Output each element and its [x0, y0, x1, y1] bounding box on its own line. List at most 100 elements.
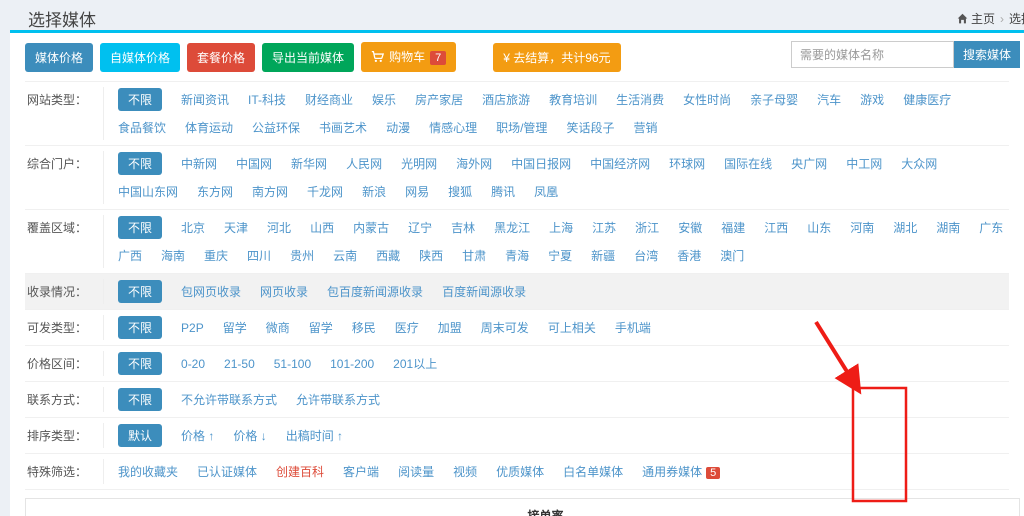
filter-chip-selected[interactable]: 默认: [118, 424, 162, 447]
filter-chip[interactable]: 海南: [161, 244, 185, 267]
filter-chip[interactable]: 广东: [979, 216, 1003, 239]
filter-chip[interactable]: 包网页收录: [181, 280, 241, 303]
filter-chip[interactable]: 新华网: [291, 152, 327, 175]
filter-chip[interactable]: 健康医疗: [903, 88, 951, 111]
filter-chip[interactable]: 移民: [352, 316, 376, 339]
filter-chip[interactable]: 财经商业: [305, 88, 353, 111]
filter-chip[interactable]: 亲子母婴: [750, 88, 798, 111]
filter-chip[interactable]: 中国网: [236, 152, 272, 175]
filter-chip[interactable]: 千龙网: [307, 180, 343, 203]
filter-chip[interactable]: 51-100: [274, 354, 311, 374]
filter-chip[interactable]: 留学: [223, 316, 247, 339]
filter-chip[interactable]: 公益环保: [252, 116, 300, 139]
filter-chip[interactable]: 湖南: [936, 216, 960, 239]
package-price-button[interactable]: 套餐价格: [187, 43, 255, 72]
filter-chip[interactable]: 中国经济网: [590, 152, 650, 175]
filter-chip[interactable]: 笑话段子: [566, 116, 614, 139]
filter-chip[interactable]: 教育培训: [549, 88, 597, 111]
filter-chip[interactable]: 101-200: [330, 354, 374, 374]
filter-chip-selected[interactable]: 不限: [118, 388, 162, 411]
filter-chip-selected[interactable]: 不限: [118, 352, 162, 375]
filter-chip[interactable]: 四川: [247, 244, 271, 267]
filter-chip[interactable]: 国际在线: [724, 152, 772, 175]
filter-chip[interactable]: 生活消费: [616, 88, 664, 111]
filter-chip[interactable]: 百度新闻源收录: [442, 280, 526, 303]
filter-chip[interactable]: 已认证媒体: [197, 460, 257, 483]
filter-chip[interactable]: 手机端: [615, 316, 651, 339]
filter-chip[interactable]: 包百度新闻源收录: [327, 280, 423, 303]
filter-chip[interactable]: 酒店旅游: [482, 88, 530, 111]
filter-chip[interactable]: 湖北: [893, 216, 917, 239]
filter-chip[interactable]: 海外网: [456, 152, 492, 175]
filter-chip-selected[interactable]: 不限: [118, 280, 162, 303]
filter-chip[interactable]: 微商: [266, 316, 290, 339]
self-media-price-button[interactable]: 自媒体价格: [100, 43, 180, 72]
filter-chip[interactable]: 中国山东网: [118, 180, 178, 203]
filter-chip[interactable]: 医疗: [395, 316, 419, 339]
filter-chip-selected[interactable]: 不限: [118, 316, 162, 339]
filter-chip[interactable]: P2P: [181, 318, 204, 338]
filter-chip[interactable]: 阅读量: [398, 460, 434, 483]
filter-chip-selected[interactable]: 不限: [118, 152, 162, 175]
filter-chip[interactable]: 网易: [405, 180, 429, 203]
filter-chip[interactable]: 优质媒体: [496, 460, 544, 483]
filter-chip[interactable]: 白名单媒体: [563, 460, 623, 483]
search-input[interactable]: [791, 41, 954, 68]
filter-chip[interactable]: 山东: [807, 216, 831, 239]
filter-chip[interactable]: 光明网: [401, 152, 437, 175]
filter-chip[interactable]: 山西: [310, 216, 334, 239]
filter-chip[interactable]: 0-20: [181, 354, 205, 374]
filter-chip[interactable]: 留学: [309, 316, 333, 339]
filter-chip[interactable]: 21-50: [224, 354, 255, 374]
search-button[interactable]: 搜索媒体: [954, 41, 1020, 68]
filter-chip[interactable]: 北京: [181, 216, 205, 239]
filter-chip[interactable]: 大众网: [901, 152, 937, 175]
filter-chip[interactable]: 中工网: [846, 152, 882, 175]
filter-chip[interactable]: 环球网: [669, 152, 705, 175]
filter-chip[interactable]: 香港: [677, 244, 701, 267]
filter-chip[interactable]: 腾讯: [491, 180, 515, 203]
filter-chip[interactable]: 江苏: [592, 216, 616, 239]
filter-chip[interactable]: 河南: [850, 216, 874, 239]
filter-chip[interactable]: 动漫: [386, 116, 410, 139]
filter-chip[interactable]: 可上相关: [548, 316, 596, 339]
filter-chip[interactable]: 新闻资讯: [181, 88, 229, 111]
cart-button[interactable]: 购物车7: [361, 42, 456, 72]
filter-chip[interactable]: 新浪: [362, 180, 386, 203]
filter-chip[interactable]: 甘肃: [462, 244, 486, 267]
filter-chip[interactable]: 台湾: [634, 244, 658, 267]
filter-chip[interactable]: 女性时尚: [683, 88, 731, 111]
filter-chip[interactable]: 加盟: [438, 316, 462, 339]
checkout-button[interactable]: ¥ 去结算，共计96元: [493, 43, 620, 72]
filter-chip[interactable]: 书画艺术: [319, 116, 367, 139]
export-current-media-button[interactable]: 导出当前媒体: [262, 43, 354, 72]
filter-chip[interactable]: 西藏: [376, 244, 400, 267]
filter-chip[interactable]: 南方网: [252, 180, 288, 203]
filter-chip[interactable]: 允许带联系方式: [296, 388, 380, 411]
media-price-button[interactable]: 媒体价格: [25, 43, 93, 72]
filter-chip[interactable]: 凤凰: [534, 180, 558, 203]
filter-chip[interactable]: 201以上: [393, 352, 437, 375]
filter-chip[interactable]: 视频: [453, 460, 477, 483]
filter-chip[interactable]: 云南: [333, 244, 357, 267]
filter-chip[interactable]: 宁夏: [548, 244, 572, 267]
filter-chip[interactable]: 不允许带联系方式: [181, 388, 277, 411]
filter-chip[interactable]: 河北: [267, 216, 291, 239]
filter-chip[interactable]: 重庆: [204, 244, 228, 267]
filter-chip[interactable]: 上海: [549, 216, 573, 239]
filter-chip[interactable]: 通用券媒体5: [642, 460, 720, 483]
filter-chip[interactable]: 营销: [633, 116, 657, 139]
filter-chip[interactable]: 中国日报网: [511, 152, 571, 175]
filter-chip[interactable]: 周末可发: [481, 316, 529, 339]
filter-chip[interactable]: 陕西: [419, 244, 443, 267]
filter-chip[interactable]: 我的收藏夹: [118, 460, 178, 483]
filter-chip[interactable]: 情感心理: [429, 116, 477, 139]
filter-chip[interactable]: 江西: [764, 216, 788, 239]
filter-chip[interactable]: 澳门: [720, 244, 744, 267]
filter-chip[interactable]: 游戏: [860, 88, 884, 111]
filter-chip[interactable]: 福建: [721, 216, 745, 239]
breadcrumb-home-link[interactable]: 主页: [971, 12, 995, 26]
filter-chip[interactable]: 价格 ↓: [233, 424, 266, 447]
filter-chip[interactable]: 贵州: [290, 244, 314, 267]
filter-chip[interactable]: 新疆: [591, 244, 615, 267]
